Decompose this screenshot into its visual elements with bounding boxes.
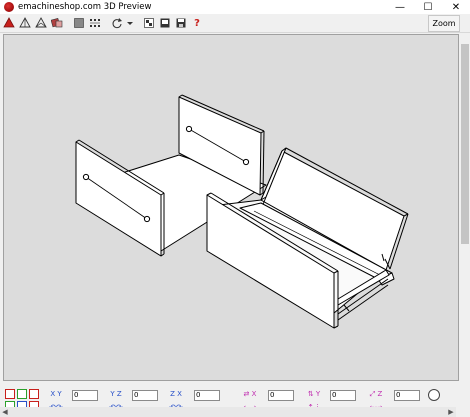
rotate-yz-icon[interactable]: Y Z [104,388,128,400]
axis-label-z2: Z [170,390,175,398]
rotate-zx-icon[interactable]: Z X [164,388,188,400]
reset-view-button[interactable] [428,389,440,401]
scrollbar-thumb[interactable] [461,44,469,244]
move-field-1[interactable]: 0 [268,390,294,401]
rotate-field-1[interactable]: 0 [72,390,98,401]
rotate-icon[interactable] [110,16,124,30]
move-label-x: X [251,390,257,398]
perspective-icon[interactable] [34,16,48,30]
window-title: emachineshop.com 3D Preview [18,2,152,12]
app-icon [4,2,14,12]
axis-label-y: Y [57,390,62,398]
zoom-button[interactable]: Zoom [428,15,460,32]
axis-label-x: X [50,390,56,398]
view-toggle-2-icon[interactable] [16,388,28,400]
axis-label-z: Z [116,390,122,398]
axis-label-y2: Y [110,390,115,398]
help-label: ? [194,17,200,29]
close-button[interactable]: ✕ [442,0,470,14]
minimize-button[interactable]: — [386,0,414,14]
axis-label-x2: X [177,390,182,398]
move-field-2[interactable]: 0 [330,390,356,401]
shade-icon[interactable] [72,16,86,30]
render-icon[interactable] [50,16,64,30]
move-x-icon[interactable]: ⇄ X [236,388,264,400]
move-label-z: Z [377,390,383,398]
move-y-icon[interactable]: ⇅ Y [300,388,328,400]
toolbar: ? [0,14,470,33]
3d-model-render [75,94,409,329]
rotate-xy-icon[interactable]: X Y [44,388,68,400]
move-label-y: Y [315,390,321,398]
grid-icon[interactable] [88,16,102,30]
scroll-left-icon[interactable]: ◀ [0,407,10,417]
view-toggle-1-icon[interactable] [4,388,16,400]
maximize-button[interactable]: ☐ [414,0,442,14]
save-icon[interactable] [174,16,188,30]
rotate-field-2[interactable]: 0 [132,390,158,401]
wireframe-icon[interactable] [18,16,32,30]
dropdown-icon[interactable] [126,16,134,30]
scroll-right-icon[interactable]: ▶ [446,407,456,417]
title-bar: emachineshop.com 3D Preview — ☐ ✕ [0,0,470,14]
background-icon[interactable] [158,16,172,30]
solid-view-icon[interactable] [2,16,16,30]
light-icon[interactable] [142,16,156,30]
horizontal-scrollbar[interactable]: ◀ ▶ [0,407,456,417]
move-z-icon[interactable]: ⤢ Z [362,388,390,400]
3d-viewport[interactable] [3,34,459,381]
rotate-field-3[interactable]: 0 [194,390,220,401]
move-field-3[interactable]: 0 [394,390,420,401]
vertical-scrollbar[interactable] [460,34,470,381]
help-icon[interactable]: ? [190,16,204,30]
view-toggle-3-icon[interactable] [28,388,40,400]
